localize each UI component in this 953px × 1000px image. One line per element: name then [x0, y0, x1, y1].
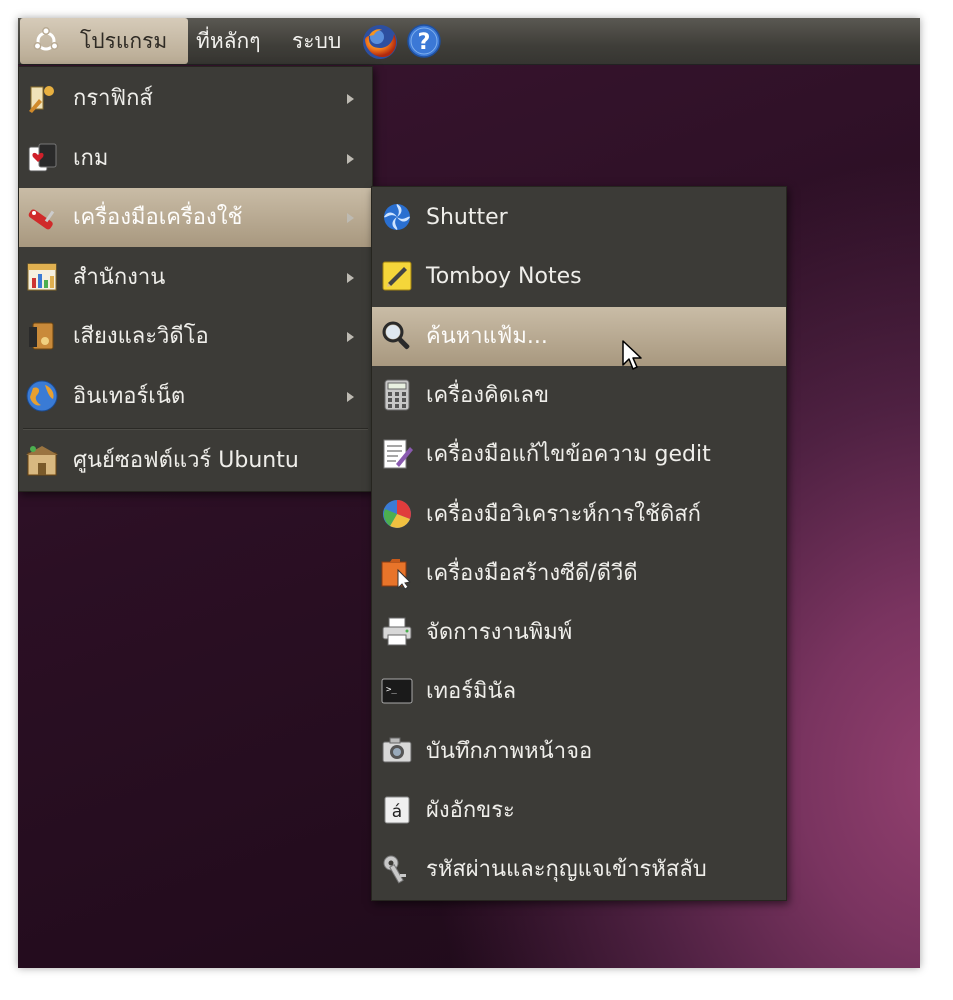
- desktop: โปรแกรม ที่หลักๆ ระบบ ? กราฟิกส์ เกม เคร…: [18, 18, 920, 968]
- search-icon: [382, 321, 410, 349]
- applications-menu-item[interactable]: ศูนย์ซอฟต์แวร์ Ubuntu: [19, 431, 372, 490]
- tomboy-notes-icon: [382, 261, 412, 291]
- submenu-arrow-icon: [347, 332, 354, 342]
- svg-text:>_: >_: [386, 685, 397, 695]
- accessories-submenu: Shutter Tomboy Notes ค้นหาแฟ้ม... เครื่องคิ…: [371, 186, 787, 901]
- terminal-icon: >_: [381, 678, 413, 704]
- applications-menu-item-label: อินเทอร์เน็ต: [73, 384, 186, 409]
- applications-menu-item-label: เครื่องมือเครื่องใช้: [73, 205, 243, 230]
- menu-separator: [23, 428, 368, 430]
- submenu-arrow-icon: [347, 392, 354, 402]
- text-editor-icon: [383, 439, 413, 469]
- submenu-arrow-icon: [347, 94, 354, 104]
- top-panel: โปรแกรม ที่หลักๆ ระบบ ?: [18, 18, 920, 65]
- mouse-pointer-icon: [622, 340, 642, 370]
- accessories-submenu-item[interactable]: เครื่องมือแก้ไขข้อความ gedit: [372, 425, 786, 484]
- applications-menu-item[interactable]: อินเทอร์เน็ต: [19, 367, 372, 426]
- system-menu-label: ระบบ: [292, 29, 342, 53]
- accessories-submenu-item-label: Shutter: [426, 205, 508, 230]
- system-menu-button[interactable]: ระบบ: [292, 18, 341, 64]
- accessories-submenu-item[interactable]: ค้นหาแฟ้ม...: [372, 306, 786, 366]
- applications-menu-item[interactable]: เครื่องมือเครื่องใช้: [19, 188, 372, 247]
- submenu-arrow-icon: [347, 154, 354, 164]
- passwords-keys-icon: [383, 855, 406, 884]
- accessories-submenu-item[interactable]: >_ เทอร์มินัล: [372, 662, 786, 721]
- software-center-icon: [26, 446, 58, 476]
- ubuntu-logo-icon: [33, 27, 59, 51]
- accessories-submenu-item-label: รหัสผ่านและกุญแจเข้ารหัสลับ: [426, 857, 707, 883]
- applications-menu-item-label: สำนักงาน: [73, 265, 166, 290]
- accessories-submenu-item-label: เครื่องมือสร้างซีดี/ดีวีดี: [426, 560, 638, 586]
- applications-menu-item-label: เกม: [73, 146, 109, 171]
- accessories-submenu-item[interactable]: Tomboy Notes: [372, 247, 786, 306]
- applications-menu-item[interactable]: สำนักงาน: [19, 248, 372, 307]
- applications-menu-item[interactable]: เกม: [19, 129, 372, 188]
- accessories-submenu-item-label: ค้นหาแฟ้ม...: [426, 323, 548, 349]
- shutter-icon: [384, 204, 410, 230]
- accessories-submenu-item[interactable]: จัดการงานพิมพ์: [372, 603, 786, 662]
- internet-icon: [26, 380, 58, 412]
- accessories-submenu-item-label: จัดการงานพิมพ์: [426, 620, 573, 646]
- accessories-submenu-item-label: เครื่องมือวิเคราะห์การใช้ดิสก์: [426, 501, 701, 527]
- office-icon: [27, 263, 57, 291]
- places-menu-label: ที่หลักๆ: [196, 29, 261, 53]
- disk-usage-icon: [383, 499, 411, 528]
- applications-menu-button[interactable]: โปรแกรม: [20, 18, 188, 64]
- help-icon[interactable]: ?: [406, 23, 442, 59]
- character-map-icon: á: [384, 796, 410, 824]
- accessories-submenu-item[interactable]: เครื่องคิดเลข: [372, 366, 786, 425]
- firefox-icon[interactable]: [360, 22, 400, 62]
- accessories-submenu-item-label: Tomboy Notes: [426, 264, 582, 290]
- calculator-icon: [384, 379, 410, 411]
- accessories-submenu-item[interactable]: Shutter: [372, 188, 786, 247]
- graphics-icon: [29, 86, 54, 113]
- accessories-submenu-item[interactable]: เครื่องมือวิเคราะห์การใช้ดิสก์: [372, 485, 786, 544]
- accessories-submenu-item-label: เครื่องมือแก้ไขข้อความ gedit: [426, 442, 711, 468]
- accessories-submenu-item-label: ผังอักขระ: [426, 798, 515, 823]
- accessories-submenu-item[interactable]: บันทึกภาพหน้าจอ: [372, 722, 786, 781]
- accessories-submenu-item-label: บันทึกภาพหน้าจอ: [426, 738, 593, 764]
- svg-text:?: ?: [418, 30, 431, 55]
- screenshot-icon: [382, 737, 412, 763]
- submenu-arrow-icon: [347, 213, 354, 223]
- applications-menu: กราฟิกส์เกมเครื่องมือเครื่องใช้สำนักงานเ…: [18, 66, 373, 492]
- sound-video-icon: [29, 322, 54, 350]
- applications-menu-item-label: ศูนย์ซอฟต์แวร์ Ubuntu: [73, 448, 299, 473]
- games-icon: [28, 143, 57, 172]
- places-menu-button[interactable]: ที่หลักๆ: [196, 18, 261, 64]
- printer-icon: [382, 617, 412, 646]
- accessories-submenu-item[interactable]: รหัสผ่านและกุญแจเข้ารหัสลับ: [372, 840, 786, 899]
- applications-menu-item[interactable]: เสียงและวิดีโอ: [19, 307, 372, 366]
- accessories-submenu-item-label: เครื่องคิดเลข: [426, 382, 550, 408]
- applications-menu-item[interactable]: กราฟิกส์: [19, 69, 372, 128]
- submenu-arrow-icon: [347, 273, 354, 283]
- accessories-submenu-item[interactable]: เครื่องมือสร้างซีดี/ดีวีดี: [372, 544, 786, 603]
- cd-burner-icon: [381, 558, 412, 590]
- accessories-submenu-item[interactable]: á ผังอักขระ: [372, 781, 786, 840]
- applications-menu-item-label: เสียงและวิดีโอ: [73, 324, 209, 349]
- applications-menu-item-label: กราฟิกส์: [73, 86, 153, 111]
- svg-text:á: á: [392, 802, 402, 822]
- applications-menu-label: โปรแกรม: [80, 29, 168, 53]
- accessories-icon: [28, 209, 55, 230]
- accessories-submenu-item-label: เทอร์มินัล: [426, 679, 517, 705]
